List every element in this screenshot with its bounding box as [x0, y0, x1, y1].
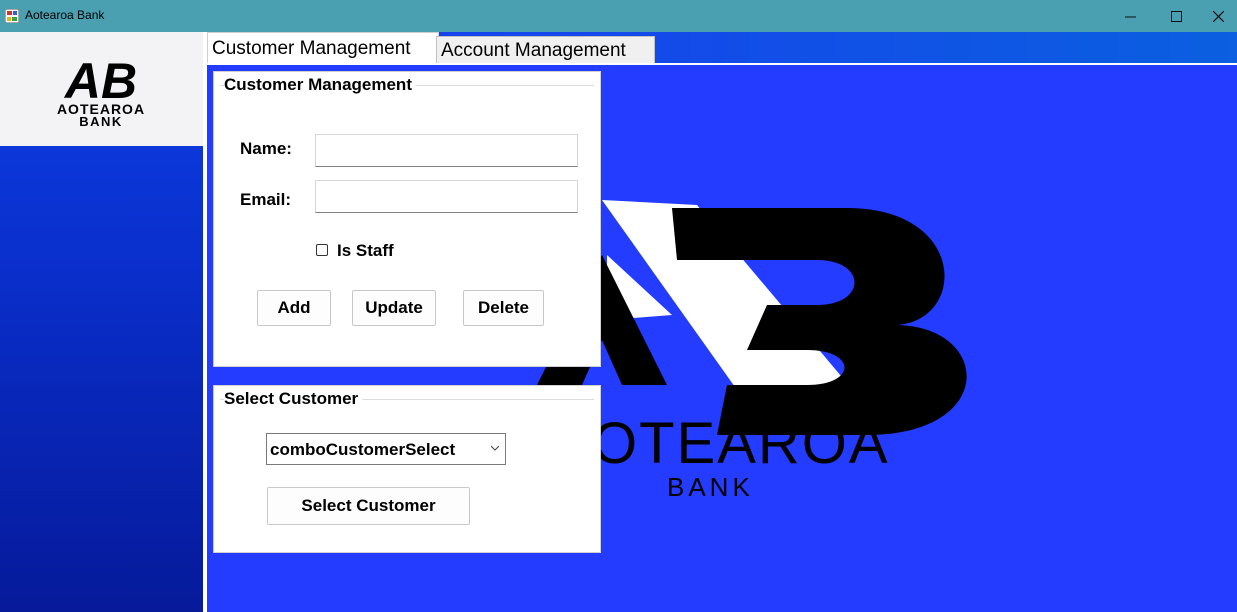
- tab-label: Customer Management: [212, 38, 411, 59]
- email-label: Email:: [240, 190, 292, 209]
- select-customer-button-label: Select Customer: [301, 496, 436, 515]
- logo-line2: BANK: [79, 114, 123, 129]
- chevron-down-icon: [491, 445, 499, 451]
- add-button-label: Add: [277, 298, 311, 317]
- bank-logo: AB AOTEAROA BANK: [57, 53, 144, 129]
- minimize-icon: [1124, 16, 1136, 17]
- delete-button-label: Delete: [477, 298, 530, 317]
- customer-select-combo[interactable]: comboCustomerSelect: [266, 433, 506, 465]
- select-customer-button[interactable]: Select Customer: [267, 487, 470, 525]
- combo-selected-value: comboCustomerSelect: [270, 440, 456, 459]
- customer-management-legend: Customer Management: [224, 75, 416, 95]
- background-logo-line1: OTEAROA: [592, 411, 890, 476]
- tab-content: OTEAROA BANK Customer Management Name: E…: [207, 65, 1237, 612]
- is-staff-label: Is Staff: [337, 241, 394, 260]
- add-button[interactable]: Add: [257, 290, 331, 326]
- select-customer-legend: Select Customer: [224, 389, 363, 409]
- minimize-button[interactable]: [1107, 0, 1153, 32]
- maximize-icon: [1170, 10, 1182, 22]
- select-customer-group: Select Customer comboCustomerSelect Sele…: [213, 385, 601, 553]
- background-logo-line2: BANK: [667, 472, 754, 502]
- close-button[interactable]: [1199, 0, 1237, 32]
- maximize-button[interactable]: [1153, 0, 1199, 32]
- title-bar: Aotearoa Bank: [0, 0, 1237, 32]
- is-staff-checkbox[interactable]: [316, 244, 328, 256]
- tab-label: Account Management: [441, 40, 626, 61]
- tab-account-management[interactable]: Account Management: [436, 36, 655, 65]
- app-icon: [5, 9, 19, 23]
- update-button-label: Update: [365, 298, 423, 317]
- logo-panel: AB AOTEAROA BANK: [0, 32, 203, 146]
- close-icon: [1212, 10, 1224, 22]
- sidebar: AB AOTEAROA BANK: [0, 32, 203, 612]
- name-label: Name:: [240, 139, 292, 158]
- window-title: Aotearoa Bank: [25, 8, 105, 22]
- update-button[interactable]: Update: [352, 290, 436, 326]
- email-field[interactable]: [315, 180, 578, 213]
- customer-management-group: Customer Management Name: Email: Is Staf…: [213, 71, 601, 367]
- tab-strip: Customer Management Account Management: [207, 32, 1237, 65]
- tab-customer-management[interactable]: Customer Management: [207, 32, 439, 65]
- delete-button[interactable]: Delete: [463, 290, 544, 326]
- name-field[interactable]: [315, 134, 578, 167]
